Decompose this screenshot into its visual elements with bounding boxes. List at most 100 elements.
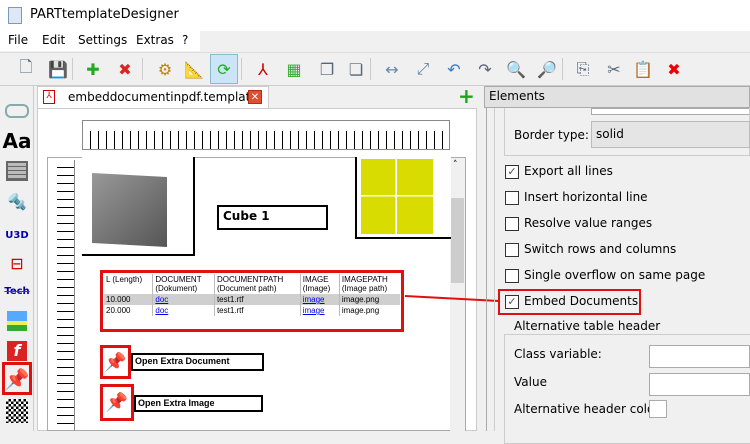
catalog-image (361, 159, 433, 234)
cell-docpath: test1.rtf (213, 294, 301, 305)
title-bar: PARTtemplateDesigner (0, 0, 750, 31)
image-tool-icon[interactable] (3, 308, 31, 334)
scroll-thumb[interactable] (451, 198, 464, 283)
u3d-tool-icon[interactable]: U3D (3, 222, 31, 248)
bring-front-icon[interactable]: ❐ (315, 56, 339, 82)
close-tab-icon[interactable]: ✕ (248, 90, 262, 104)
table-tool-icon[interactable] (3, 158, 31, 184)
menu-file[interactable]: File (8, 33, 28, 47)
checkbox-label: Insert horizontal line (524, 190, 648, 204)
tab-label: embeddocumentinpdf.template (68, 90, 258, 104)
cube-label-box[interactable]: Cube 1 (217, 205, 328, 230)
checkbox-insert-horizontal-line[interactable] (505, 191, 519, 205)
ruler-icon[interactable]: 📐 (182, 56, 206, 82)
panel-divider (494, 108, 495, 431)
zoom-out-icon[interactable]: 🔍 (504, 56, 528, 82)
header-cell-sub: (Dokument) (155, 284, 198, 293)
header-cell: DOCUMENT (155, 275, 202, 284)
pdf-icon: ⅄ (43, 90, 55, 104)
tab-embeddocumentinpdf[interactable]: ⅄ embeddocumentinpdf.template ✕ (37, 86, 269, 108)
canvas-scrollbar[interactable]: ˄ (450, 158, 465, 431)
data-table: L (Length) DOCUMENT (Dokument) DOCUMENTPA… (104, 274, 400, 316)
toolbar-separator (72, 58, 73, 80)
redo-icon[interactable]: ↷ (473, 56, 497, 82)
table-element[interactable]: L (Length) DOCUMENT (Dokument) DOCUMENTPA… (100, 270, 404, 332)
toolbar-separator (142, 58, 143, 80)
pin-tool-icon[interactable]: 📌 (2, 362, 32, 395)
embed-documents-highlight (498, 289, 641, 315)
cut-icon[interactable]: ✂ (602, 56, 626, 82)
checkbox-resolve-value-ranges[interactable] (505, 217, 519, 231)
pin-element-2-icon[interactable]: 📌 (100, 384, 134, 421)
table-row: 20.000 doc test1.rtf image image.png (104, 305, 400, 316)
pin-element-1-icon[interactable]: 📌 (100, 345, 131, 379)
checkbox-label: Export all lines (524, 164, 613, 178)
zoom-in-icon[interactable]: 🔎 (535, 56, 559, 82)
dimension-tool-icon[interactable]: ⊟ (3, 250, 31, 276)
app-title: PARTtemplateDesigner (30, 7, 179, 22)
header-cell: DOCUMENTPATH (216, 275, 284, 284)
alt-header-title: Alternative table header (512, 319, 663, 333)
toolbar-separator (370, 58, 371, 80)
horizontal-ruler (82, 120, 450, 150)
table-header-row: L (Length) DOCUMENT (Dokument) DOCUMENTPA… (104, 274, 400, 294)
cube-image-frame[interactable] (82, 157, 195, 256)
screw-tool-icon[interactable]: 🔩 (3, 188, 31, 214)
panel-divider (486, 108, 487, 431)
delete-page-icon[interactable]: ✖ (113, 56, 137, 82)
flash-tool-icon[interactable]: f (3, 338, 31, 364)
export-pdf-icon[interactable]: ⅄ (251, 56, 275, 82)
send-back-icon[interactable]: ❏ (344, 56, 368, 82)
cell-imagepath: image.png (338, 294, 400, 305)
class-variable-input[interactable] (649, 345, 750, 368)
vertical-ruler (57, 160, 75, 431)
class-variable-label: Class variable: (514, 347, 602, 361)
checkbox-export-all-lines[interactable]: ✓ (505, 165, 519, 179)
tech-tool-icon[interactable]: Tech (3, 278, 31, 304)
text-tool-icon[interactable]: Aa (3, 128, 32, 154)
scroll-up-icon[interactable]: ˄ (453, 160, 458, 170)
header-cell: L (Length) (106, 275, 143, 284)
menu-help[interactable]: ? (182, 33, 188, 47)
doc-link[interactable]: doc (155, 295, 168, 304)
header-cell-sub: (Image) (302, 284, 331, 293)
doc-link[interactable]: doc (155, 306, 168, 315)
new-document-icon[interactable]: 🗋 (14, 56, 38, 82)
pin-label-1[interactable]: Open Extra Document (131, 353, 264, 371)
undo-icon[interactable]: ↶ (442, 56, 466, 82)
qrcode-tool-icon[interactable] (3, 398, 31, 424)
image-link[interactable]: image (303, 295, 325, 304)
paste-icon[interactable]: 📋 (631, 56, 655, 82)
table-row: 10.000 doc test1.rtf image image.png (104, 294, 400, 305)
checkbox-switch-rows-and-columns[interactable] (505, 243, 519, 257)
add-tab-icon[interactable]: + (458, 86, 475, 106)
settings-icon[interactable]: ⚙ (153, 56, 177, 82)
pin-label-2[interactable]: Open Extra Image (134, 395, 263, 412)
menu-settings[interactable]: Settings (78, 33, 127, 47)
header-cell-sub: (Image path) (341, 284, 388, 293)
image-link[interactable]: image (303, 306, 325, 315)
alt-header-color-swatch[interactable] (649, 400, 667, 418)
delete-icon[interactable]: ✖ (662, 56, 686, 82)
app-icon (8, 7, 22, 24)
border-type-label: Border type: (514, 128, 589, 142)
cell-length: 10.000 (106, 295, 131, 304)
refresh-icon[interactable]: ⟳ (210, 54, 238, 84)
value-input[interactable] (649, 373, 750, 396)
header-cell: IMAGEPATH (341, 275, 388, 284)
save-icon[interactable]: 💾 (46, 56, 70, 82)
catalog-image-frame[interactable] (355, 157, 451, 239)
menu-edit[interactable]: Edit (42, 33, 65, 47)
checkbox-label: Switch rows and columns (524, 242, 677, 256)
menu-extras[interactable]: Extras (136, 33, 174, 47)
fit-width-icon[interactable]: ↔ (380, 56, 404, 82)
add-page-icon[interactable]: ✚ (81, 56, 105, 82)
border-type-select[interactable]: solid (591, 121, 750, 148)
fit-page-icon[interactable]: ⤢ (411, 56, 435, 82)
layers-icon[interactable]: ▦ (282, 56, 306, 82)
header-cell-sub: (Document path) (216, 284, 277, 293)
panel-title: Elements (484, 86, 750, 108)
copy-icon[interactable]: ⎘ (571, 56, 595, 82)
frame-tool-icon[interactable] (3, 98, 31, 124)
checkbox-single-overflow-on-same-page[interactable] (505, 269, 519, 283)
